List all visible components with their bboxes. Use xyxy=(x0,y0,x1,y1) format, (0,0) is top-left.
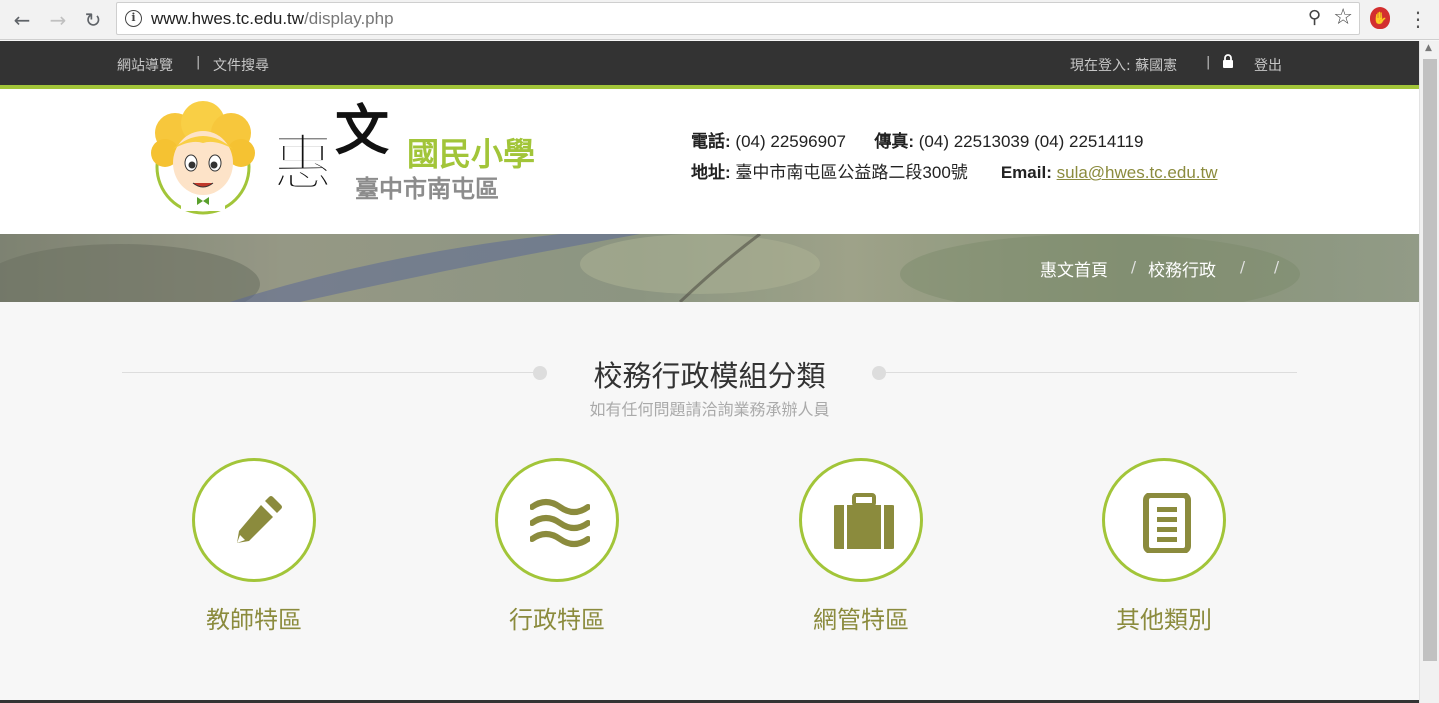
phone-number: (04) 22596907 xyxy=(735,132,846,151)
back-arrow-icon[interactable]: ← xyxy=(10,8,34,32)
contact-line-1: 電話: (04) 22596907 傳真: (04) 22513039 (04)… xyxy=(691,132,1144,151)
page-scrollbar[interactable]: ▲ xyxy=(1419,41,1439,703)
topbar-divider: | xyxy=(1206,55,1211,70)
address-bar[interactable]: i www.hwes.tc.edu.tw/display.php ⚲ ☆ xyxy=(116,2,1360,35)
category-circle[interactable] xyxy=(1102,458,1226,582)
school-logo[interactable]: 惠 文 國民小學 臺中市南屯區 xyxy=(145,101,555,221)
email-link[interactable]: sula@hwes.tc.edu.tw xyxy=(1057,163,1218,182)
pencil-icon xyxy=(237,496,282,543)
section-title: 校務行政模組分類 xyxy=(593,359,826,393)
category-label[interactable]: 行政特區 xyxy=(457,600,657,635)
category-other[interactable]: 其他類別 xyxy=(1064,458,1264,635)
category-label[interactable]: 網管特區 xyxy=(761,600,961,635)
section-subtitle: 如有任何問題請洽詢業務承辦人員 xyxy=(589,400,830,419)
key-icon[interactable]: ⚲ xyxy=(1308,7,1321,28)
browser-menu-icon[interactable]: ⋮ xyxy=(1408,6,1428,32)
lock-icon xyxy=(1223,54,1233,68)
breadcrumb-sep: / xyxy=(1131,258,1137,276)
browser-toolbar: ← → ↻ i www.hwes.tc.edu.tw/display.php ⚲… xyxy=(0,0,1439,40)
forward-arrow-icon[interactable]: → xyxy=(46,8,70,32)
document-icon xyxy=(1143,493,1191,553)
category-label[interactable]: 教師特區 xyxy=(154,600,354,635)
category-admin[interactable]: 行政特區 xyxy=(457,458,657,635)
info-icon[interactable]: i xyxy=(125,10,142,27)
briefcase-icon xyxy=(834,493,894,549)
svg-text:國民小學: 國民小學 xyxy=(407,135,535,173)
breadcrumb-sep: / xyxy=(1274,258,1280,276)
scroll-thumb[interactable] xyxy=(1423,59,1437,661)
category-circle[interactable] xyxy=(799,458,923,582)
contact-line-2: 地址: 臺中市南屯區公益路二段300號 Email: sula@hwes.tc.… xyxy=(691,163,1218,182)
extension-icon[interactable]: ✋ xyxy=(1370,7,1390,29)
category-network[interactable]: 網管特區 xyxy=(761,458,961,635)
site-topbar: 網站導覽 | 文件搜尋 現在登入: 蘇國憲 | 登出 xyxy=(0,41,1419,85)
breadcrumb-home[interactable]: 惠文首頁 xyxy=(1040,256,1108,281)
waves-icon xyxy=(530,499,590,547)
fax-number: (04) 22513039 (04) 22514119 xyxy=(918,132,1144,151)
svg-text:惠: 惠 xyxy=(273,129,333,199)
search-docs-link[interactable]: 文件搜尋 xyxy=(213,55,269,75)
logout-link[interactable]: 登出 xyxy=(1254,55,1282,75)
scroll-up-icon[interactable]: ▲ xyxy=(1425,43,1432,53)
svg-text:臺中市南屯區: 臺中市南屯區 xyxy=(355,175,499,203)
category-teacher[interactable]: 教師特區 xyxy=(154,458,354,635)
mascot-icon xyxy=(151,101,255,215)
svg-text:文: 文 xyxy=(335,101,389,162)
address-text: 臺中市南屯區公益路二段300號 xyxy=(735,163,968,182)
bookmark-star-icon[interactable]: ☆ xyxy=(1333,5,1353,30)
category-circle[interactable] xyxy=(495,458,619,582)
breadcrumb-section[interactable]: 校務行政 xyxy=(1148,256,1216,281)
reload-icon[interactable]: ↻ xyxy=(81,8,105,32)
logged-in-user: 現在登入: 蘇國憲 xyxy=(1070,58,1178,74)
category-label[interactable]: 其他類別 xyxy=(1064,600,1264,635)
sitemap-link[interactable]: 網站導覽 xyxy=(117,55,173,75)
breadcrumb-sep: / xyxy=(1240,258,1246,276)
topbar-divider: | xyxy=(196,55,201,70)
main-content: 校務行政模組分類 如有任何問題請洽詢業務承辦人員 教師特區 行政特區 網管特區 … xyxy=(0,302,1419,700)
url-text[interactable]: www.hwes.tc.edu.tw/display.php xyxy=(151,9,394,29)
breadcrumb-banner: 惠文首頁 / 校務行政 / / xyxy=(0,234,1419,302)
site-header: 惠 文 國民小學 臺中市南屯區 電話: (04) 22596907 傳真: (0… xyxy=(0,89,1419,234)
category-circle[interactable] xyxy=(192,458,316,582)
